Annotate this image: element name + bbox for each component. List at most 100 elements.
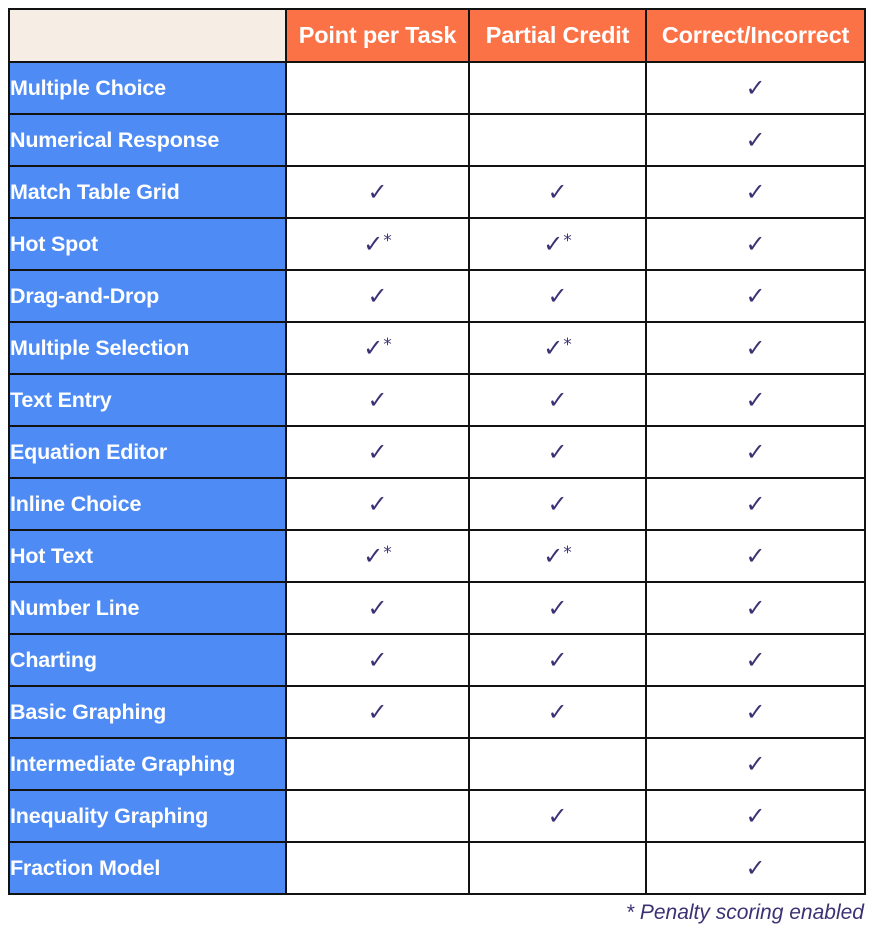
row-label-text-entry: Text Entry	[8, 373, 287, 427]
checkmark-icon: ✓	[547, 489, 568, 518]
penalty-asterisk: *	[563, 230, 572, 251]
checkmark-icon: ✓	[745, 281, 766, 310]
row-label-charting: Charting	[8, 633, 287, 687]
cell-point_per_task: ✓	[285, 581, 470, 635]
column-header-partial-credit: Partial Credit	[468, 8, 647, 63]
table-row: Match Table Grid ✓ ✓ ✓	[8, 165, 866, 219]
checkmark-icon: ✓	[745, 593, 766, 622]
row-label-hot-text: Hot Text	[8, 529, 287, 583]
checkmark-penalty-icon: ✓*	[363, 229, 392, 258]
no-support-marker	[377, 143, 378, 144]
checkmark-icon: ✓	[547, 385, 568, 414]
row-label-inequality-graphing: Inequality Graphing	[8, 789, 287, 843]
row-label-match-table-grid: Match Table Grid	[8, 165, 287, 219]
cell-correct_incorrect: ✓	[645, 321, 866, 375]
cell-point_per_task	[285, 789, 470, 843]
table-row: Drag-and-Drop ✓ ✓ ✓	[8, 269, 866, 323]
row-label-multiple-selection: Multiple Selection	[8, 321, 287, 375]
table-row: Equation Editor ✓ ✓ ✓	[8, 425, 866, 479]
penalty-asterisk: *	[383, 542, 392, 563]
cell-partial_credit: ✓	[468, 477, 647, 531]
checkmark-penalty-icon: ✓*	[543, 229, 572, 258]
cell-point_per_task	[285, 113, 470, 167]
scoring-matrix-page: Point per Task Partial Credit Correct/In…	[0, 0, 872, 931]
no-support-marker	[377, 819, 378, 820]
no-support-marker	[377, 767, 378, 768]
table-row: Inline Choice ✓ ✓ ✓	[8, 477, 866, 531]
row-label-hot-spot: Hot Spot	[8, 217, 287, 271]
table-row: Basic Graphing ✓ ✓ ✓	[8, 685, 866, 739]
row-label-drag-and-drop: Drag-and-Drop	[8, 269, 287, 323]
row-label-fraction-model: Fraction Model	[8, 841, 287, 895]
cell-partial_credit	[468, 61, 647, 115]
cell-partial_credit: ✓	[468, 581, 647, 635]
cell-partial_credit	[468, 113, 647, 167]
scoring-matrix-container: Point per Task Partial Credit Correct/In…	[8, 8, 866, 895]
cell-point_per_task: ✓	[285, 477, 470, 531]
table-row: Inequality Graphing ✓ ✓	[8, 789, 866, 843]
table-row: Multiple Choice ✓	[8, 61, 866, 115]
cell-correct_incorrect: ✓	[645, 165, 866, 219]
cell-partial_credit: ✓*	[468, 217, 647, 271]
penalty-asterisk: *	[383, 334, 392, 355]
checkmark-icon: ✓	[547, 593, 568, 622]
checkmark-icon: ✓	[547, 801, 568, 830]
cell-point_per_task: ✓	[285, 165, 470, 219]
cell-partial_credit: ✓	[468, 633, 647, 687]
checkmark-icon: ✓	[547, 281, 568, 310]
cell-partial_credit: ✓*	[468, 321, 647, 375]
no-support-marker	[557, 91, 558, 92]
cell-correct_incorrect: ✓	[645, 529, 866, 583]
penalty-asterisk: *	[563, 542, 572, 563]
checkmark-icon: ✓	[745, 541, 766, 570]
cell-point_per_task: ✓*	[285, 217, 470, 271]
cell-correct_incorrect: ✓	[645, 61, 866, 115]
cell-partial_credit	[468, 737, 647, 791]
cell-correct_incorrect: ✓	[645, 789, 866, 843]
header-row: Point per Task Partial Credit Correct/In…	[8, 8, 866, 63]
table-row: Multiple Selection ✓* ✓* ✓	[8, 321, 866, 375]
cell-partial_credit: ✓	[468, 789, 647, 843]
checkmark-icon: ✓	[745, 437, 766, 466]
cell-partial_credit: ✓	[468, 165, 647, 219]
table-row: Fraction Model ✓	[8, 841, 866, 895]
row-label-multiple-choice: Multiple Choice	[8, 61, 287, 115]
checkmark-icon: ✓	[367, 437, 388, 466]
table-row: Intermediate Graphing ✓	[8, 737, 866, 791]
cell-correct_incorrect: ✓	[645, 425, 866, 479]
cell-point_per_task: ✓	[285, 269, 470, 323]
cell-correct_incorrect: ✓	[645, 373, 866, 427]
checkmark-icon: ✓	[547, 177, 568, 206]
row-label-equation-editor: Equation Editor	[8, 425, 287, 479]
checkmark-icon: ✓	[367, 385, 388, 414]
checkmark-icon: ✓	[367, 177, 388, 206]
checkmark-icon: ✓	[745, 645, 766, 674]
column-header-correct-incorrect: Correct/Incorrect	[645, 8, 866, 63]
no-support-marker	[557, 871, 558, 872]
checkmark-icon: ✓	[367, 489, 388, 518]
cell-point_per_task	[285, 61, 470, 115]
table-row: Text Entry ✓ ✓ ✓	[8, 373, 866, 427]
checkmark-icon: ✓	[367, 645, 388, 674]
no-support-marker	[557, 767, 558, 768]
cell-partial_credit: ✓	[468, 685, 647, 739]
cell-partial_credit	[468, 841, 647, 895]
cell-correct_incorrect: ✓	[645, 685, 866, 739]
checkmark-icon: ✓	[745, 177, 766, 206]
checkmark-icon: ✓	[745, 697, 766, 726]
table-row: Charting ✓ ✓ ✓	[8, 633, 866, 687]
checkmark-icon: ✓	[745, 385, 766, 414]
no-support-marker	[377, 871, 378, 872]
cell-point_per_task: ✓	[285, 373, 470, 427]
checkmark-icon: ✓	[745, 489, 766, 518]
checkmark-icon: ✓	[745, 73, 766, 102]
checkmark-icon: ✓	[745, 125, 766, 154]
cell-point_per_task: ✓	[285, 685, 470, 739]
cell-correct_incorrect: ✓	[645, 841, 866, 895]
checkmark-icon: ✓	[745, 853, 766, 882]
checkmark-icon: ✓	[745, 749, 766, 778]
cell-partial_credit: ✓	[468, 425, 647, 479]
checkmark-icon: ✓	[547, 697, 568, 726]
table-body: Multiple Choice ✓ Numerical Response ✓ Match…	[8, 61, 866, 895]
cell-correct_incorrect: ✓	[645, 581, 866, 635]
